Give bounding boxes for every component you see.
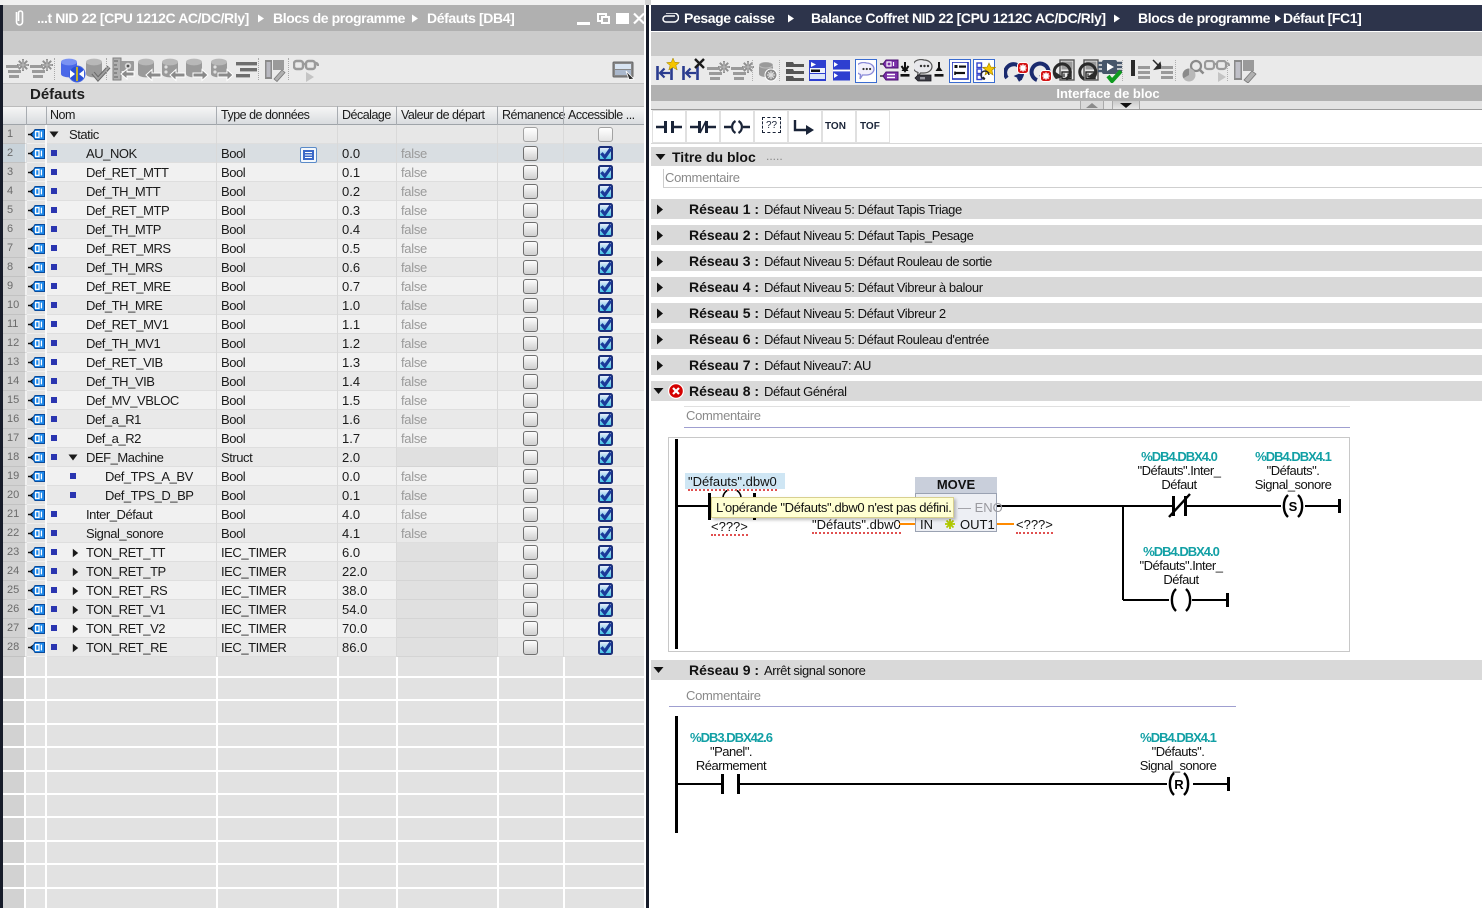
svg-text:R: R — [1174, 777, 1184, 792]
svg-text:S: S — [1289, 499, 1298, 514]
